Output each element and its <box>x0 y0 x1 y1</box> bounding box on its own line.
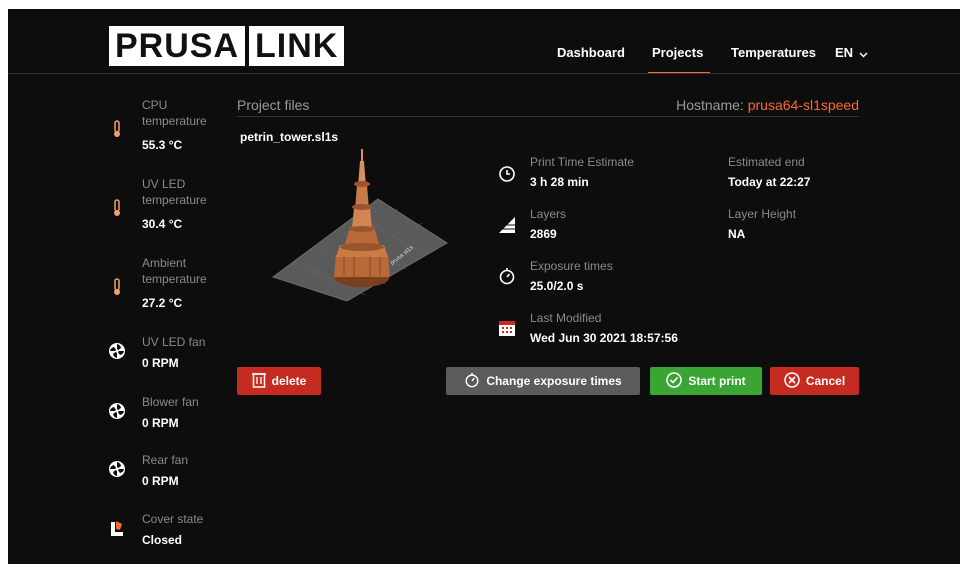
sensor-value: 27.2 °C <box>142 296 183 310</box>
cancel-label: Cancel <box>805 374 846 388</box>
stopwatch-icon <box>497 266 517 286</box>
last-modified-value: Wed Jun 30 2021 18:57:56 <box>530 331 678 345</box>
change-exposure-button[interactable]: Change exposure times <box>446 367 640 395</box>
exposure-value: 25.0/2.0 s <box>530 279 584 293</box>
last-modified-label: Last Modified <box>530 311 602 325</box>
sensor-label: Ambient temperature <box>142 256 207 286</box>
sensor-label: CPU temperature <box>142 98 207 128</box>
layer-height-label: Layer Height <box>728 207 797 221</box>
exposure-label: Exposure times <box>530 259 613 273</box>
hostname: Hostname: prusa64-sl1speed <box>676 97 859 113</box>
layer-height: Layer Height NA <box>728 207 796 241</box>
delete-button[interactable]: delete <box>237 367 321 395</box>
change-exposure-label: Change exposure times <box>486 374 622 388</box>
language-selector[interactable]: EN <box>835 45 868 61</box>
nav-projects[interactable]: Projects <box>652 45 703 60</box>
exposure-times: Exposure times 25.0/2.0 s <box>530 259 613 293</box>
stopwatch-icon <box>464 372 480 391</box>
print-time-value: 3 h 28 min <box>530 175 589 189</box>
layers-label: Layers <box>530 207 567 221</box>
nav-temperatures[interactable]: Temperatures <box>731 45 816 60</box>
estimated-end-value: Today at 22:27 <box>728 175 811 189</box>
layer-height-value: NA <box>728 227 746 241</box>
nav-dashboard[interactable]: Dashboard <box>557 45 625 60</box>
language-label: EN <box>835 45 854 60</box>
thermometer-icon <box>108 119 126 139</box>
sensor-value: 0 RPM <box>142 474 179 488</box>
estimated-end-label: Estimated end <box>728 155 805 169</box>
chevron-down-icon <box>859 46 868 61</box>
layers: Layers 2869 <box>530 207 566 241</box>
cancel-button[interactable]: Cancel <box>770 367 859 395</box>
sensor-value: 30.4 °C <box>142 217 183 231</box>
sensor-value: 0 RPM <box>142 356 179 370</box>
sensor-value: Closed <box>142 533 183 547</box>
sensor-label: UV LED fan <box>142 335 206 349</box>
print-time-label: Print Time Estimate <box>530 155 635 169</box>
thermometer-icon <box>108 277 126 297</box>
hostname-value: prusa64-sl1speed <box>747 97 859 113</box>
app-screen: PRUSA LINK Dashboard Projects Temperatur… <box>8 9 960 564</box>
estimated-end: Estimated end Today at 22:27 <box>728 155 810 189</box>
main-nav: Dashboard Projects Temperatures EN <box>8 45 960 74</box>
last-modified: Last Modified Wed Jun 30 2021 18:57:56 <box>530 311 678 345</box>
section-title: Project files <box>237 97 310 113</box>
delete-label: delete <box>271 374 307 388</box>
fan-icon <box>108 341 126 361</box>
check-circle-icon <box>666 371 683 391</box>
sensor-value: 0 RPM <box>142 416 179 430</box>
clock-icon <box>497 164 517 184</box>
sensor-value: 55.3 °C <box>142 138 183 152</box>
sensor-label: Cover state <box>142 512 204 526</box>
start-print-button[interactable]: Start print <box>650 367 762 395</box>
section-divider <box>237 116 859 117</box>
start-print-label: Start print <box>688 374 746 388</box>
model-preview-image: prusa sl1s <box>270 147 450 307</box>
sensor-label: Blower fan <box>142 395 199 409</box>
layers-value: 2869 <box>530 227 557 241</box>
fan-icon <box>108 401 126 421</box>
header-divider <box>8 73 960 74</box>
fan-icon <box>108 459 126 479</box>
thermometer-icon <box>108 198 126 218</box>
cover-icon <box>108 518 126 538</box>
x-circle-icon <box>784 371 800 391</box>
project-filename: petrin_tower.sl1s <box>240 130 339 144</box>
calendar-icon <box>497 318 517 338</box>
layers-icon <box>497 215 517 235</box>
print-time-estimate: Print Time Estimate 3 h 28 min <box>530 155 634 189</box>
sensor-label: Rear fan <box>142 453 189 467</box>
hostname-label: Hostname: <box>676 97 744 113</box>
trash-icon <box>251 372 266 391</box>
sensor-label: UV LED temperature <box>142 177 207 207</box>
